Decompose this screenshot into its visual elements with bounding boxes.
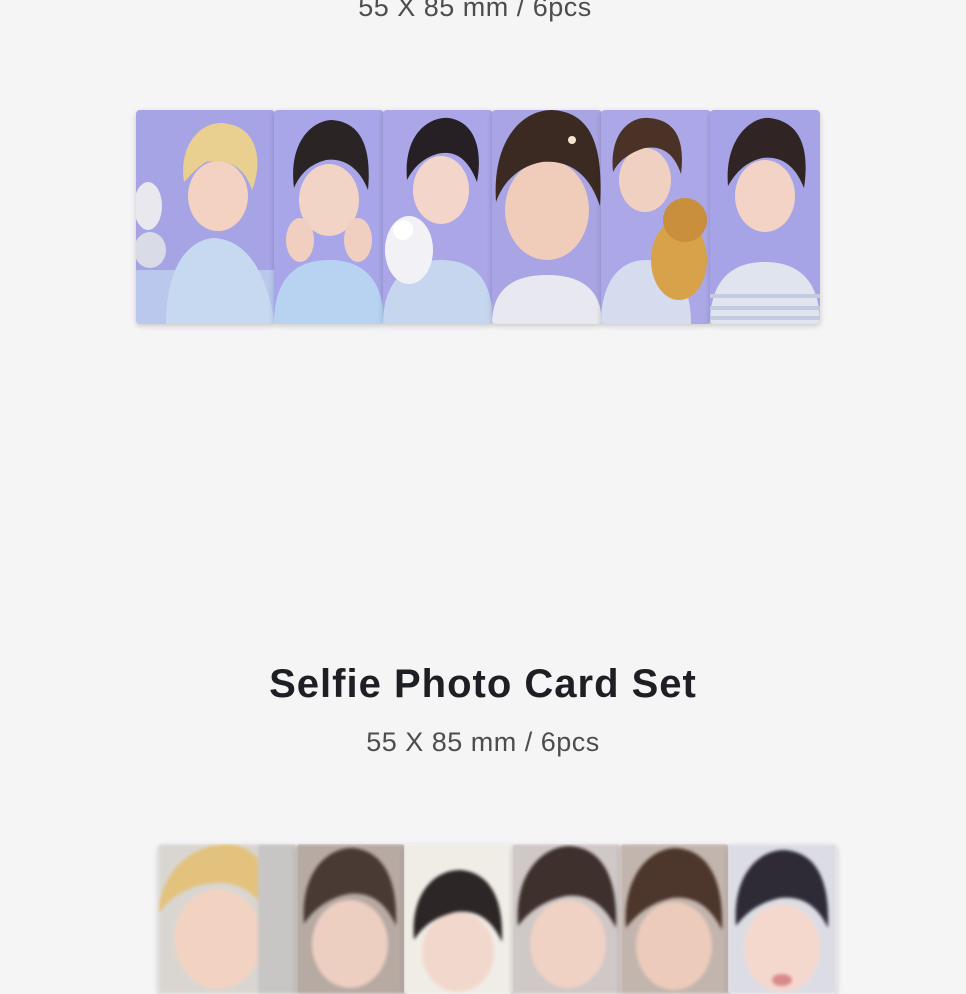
selfie-photo-card-set-title: Selfie Photo Card Set <box>269 662 697 706</box>
selfie-photo-card-spec-text: 55 X 85 mm / 6pcs <box>366 727 600 757</box>
selfie-card-4[interactable] <box>512 844 621 994</box>
photo-card-strip <box>136 110 820 324</box>
photo-card-2[interactable] <box>274 110 384 324</box>
selfie-card-5[interactable] <box>620 844 729 994</box>
selfie-card-1[interactable] <box>158 844 297 994</box>
selfie-photo-card-strip <box>158 844 837 994</box>
selfie-card-2[interactable] <box>296 844 405 994</box>
photo-card-5[interactable] <box>601 110 711 324</box>
photo-card-4[interactable] <box>492 110 602 324</box>
selfie-card-3[interactable] <box>404 844 513 994</box>
photo-card-6[interactable] <box>710 110 820 324</box>
photo-card-1[interactable] <box>136 110 275 324</box>
photo-card-3[interactable] <box>383 110 493 324</box>
selfie-card-6[interactable] <box>728 844 837 994</box>
photo-card-spec-text: 55 X 85 mm / 6pcs <box>358 0 592 22</box>
